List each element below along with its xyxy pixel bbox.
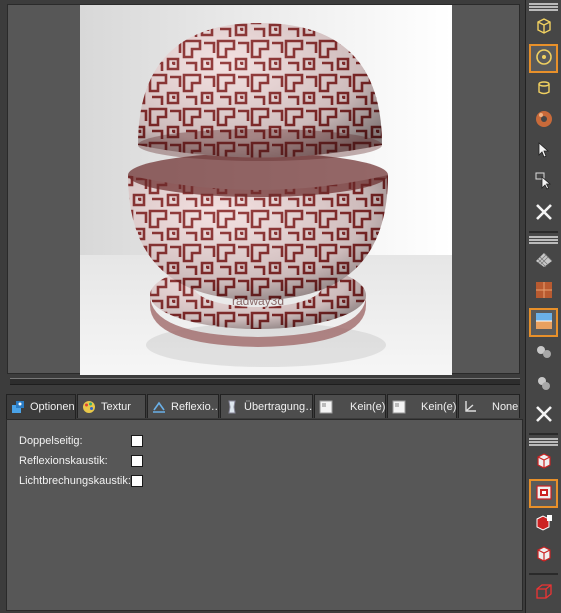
- reflection-caustic-label: Reflexionskaustik:: [19, 455, 108, 467]
- tab-label: Reflexio…: [171, 400, 219, 413]
- refraction-caustic-checkbox[interactable]: [131, 475, 143, 487]
- tab-label: Kein(e): [421, 400, 457, 413]
- cylinder-icon: [534, 78, 554, 101]
- close-icon: [534, 404, 554, 427]
- tab-label: None: [492, 400, 519, 413]
- cube-wireframe-icon: [534, 581, 554, 604]
- toolbar-grip[interactable]: [529, 438, 558, 446]
- light-setup-2-button[interactable]: [529, 370, 558, 399]
- options-panel: Doppelseitig: Reflexionskaustik: Lichtbr…: [6, 419, 523, 611]
- texture-palette-icon: [82, 400, 96, 414]
- double-sided-checkbox[interactable]: [131, 435, 143, 447]
- tab-none[interactable]: None: [458, 394, 520, 418]
- cylinder-preview-button[interactable]: [529, 75, 558, 104]
- reflection-icon: [152, 400, 166, 414]
- tab-map-slot-1[interactable]: Kein(e): [314, 394, 386, 418]
- close-preview-button[interactable]: [529, 199, 558, 228]
- toolbar-separator: [529, 231, 558, 233]
- pick-material-button[interactable]: [529, 168, 558, 197]
- tab-reflexion[interactable]: Reflexio…: [147, 394, 219, 418]
- refraction-caustic-label: Lichtbrechungskaustik:: [19, 475, 131, 487]
- double-sided-label: Doppelseitig:: [19, 435, 83, 447]
- grid-plane-icon: [534, 249, 554, 272]
- cube-face-button[interactable]: [529, 510, 558, 539]
- axes-icon: [463, 400, 477, 414]
- light-bulbs-icon: [534, 373, 554, 396]
- tab-label: Übertragung…: [244, 400, 313, 413]
- light-bulbs-icon: [534, 342, 554, 365]
- options-icon: [11, 400, 25, 414]
- cursor-arrow-icon: [535, 141, 553, 162]
- option-refraction-caustic: Lichtbrechungskaustik:: [19, 475, 143, 487]
- tab-label: Textur: [101, 400, 131, 413]
- material-editor: radway3d Optionen Textur Reflexio… Übert…: [0, 0, 526, 613]
- cube-face-icon: [534, 513, 554, 536]
- toolbar-separator: [529, 573, 558, 575]
- sphere-target-icon: [534, 47, 554, 70]
- torus-icon: [533, 108, 555, 133]
- material-preview-render: radway3d: [80, 5, 452, 375]
- toolbar-grip[interactable]: [529, 236, 558, 244]
- sphere-preview-button[interactable]: [529, 44, 558, 73]
- map-slot-icon: [392, 400, 406, 414]
- option-reflection-caustic: Reflexionskaustik:: [19, 455, 143, 467]
- red-cube-icon: [534, 451, 554, 474]
- grid-background-button[interactable]: [529, 246, 558, 275]
- toolbar-overflow-chevron-icon[interactable]: ⌄: [526, 609, 561, 613]
- material-tab-bar: Optionen Textur Reflexio… Übertragung… K…: [6, 394, 520, 419]
- cube-outline-icon: [534, 16, 554, 39]
- select-tool-button[interactable]: [529, 137, 558, 166]
- pick-cursor-icon: [534, 171, 554, 194]
- tab-label: Kein(e): [350, 400, 386, 413]
- cube-view-button[interactable]: [529, 13, 558, 42]
- tab-map-slot-2[interactable]: Kein(e): [387, 394, 457, 418]
- horizontal-scrollbar[interactable]: [10, 378, 520, 385]
- cube-rotate-icon: [534, 544, 554, 567]
- cube-map-edit-button[interactable]: [529, 479, 558, 508]
- map-slot-icon: [319, 400, 333, 414]
- floor-background-button[interactable]: [529, 277, 558, 306]
- tab-uebertragung[interactable]: Übertragung…: [220, 394, 313, 418]
- light-setup-1-button[interactable]: [529, 339, 558, 368]
- reflection-caustic-checkbox[interactable]: [131, 455, 143, 467]
- cube-wireframe-button[interactable]: [529, 578, 558, 607]
- torus-preview-button[interactable]: [529, 106, 558, 135]
- close-icon: [534, 202, 554, 225]
- tab-label: Optionen: [30, 401, 75, 413]
- floor-tile-icon: [534, 280, 554, 303]
- transmission-icon: [225, 400, 239, 414]
- room-scene-icon: [534, 311, 554, 334]
- toolbar-grip[interactable]: [529, 3, 558, 11]
- right-toolbar: ⌄: [526, 0, 561, 613]
- option-double-sided: Doppelseitig:: [19, 435, 143, 447]
- cube-map-icon: [534, 482, 554, 505]
- cube-rotate-button[interactable]: [529, 541, 558, 570]
- close-lighting-button[interactable]: [529, 401, 558, 430]
- preview-viewport[interactable]: radway3d: [7, 4, 520, 375]
- room-background-button[interactable]: [529, 308, 558, 337]
- tab-textur[interactable]: Textur: [77, 394, 146, 418]
- cube-map-button[interactable]: [529, 448, 558, 477]
- tab-optionen[interactable]: Optionen: [6, 394, 76, 419]
- toolbar-separator: [529, 433, 558, 435]
